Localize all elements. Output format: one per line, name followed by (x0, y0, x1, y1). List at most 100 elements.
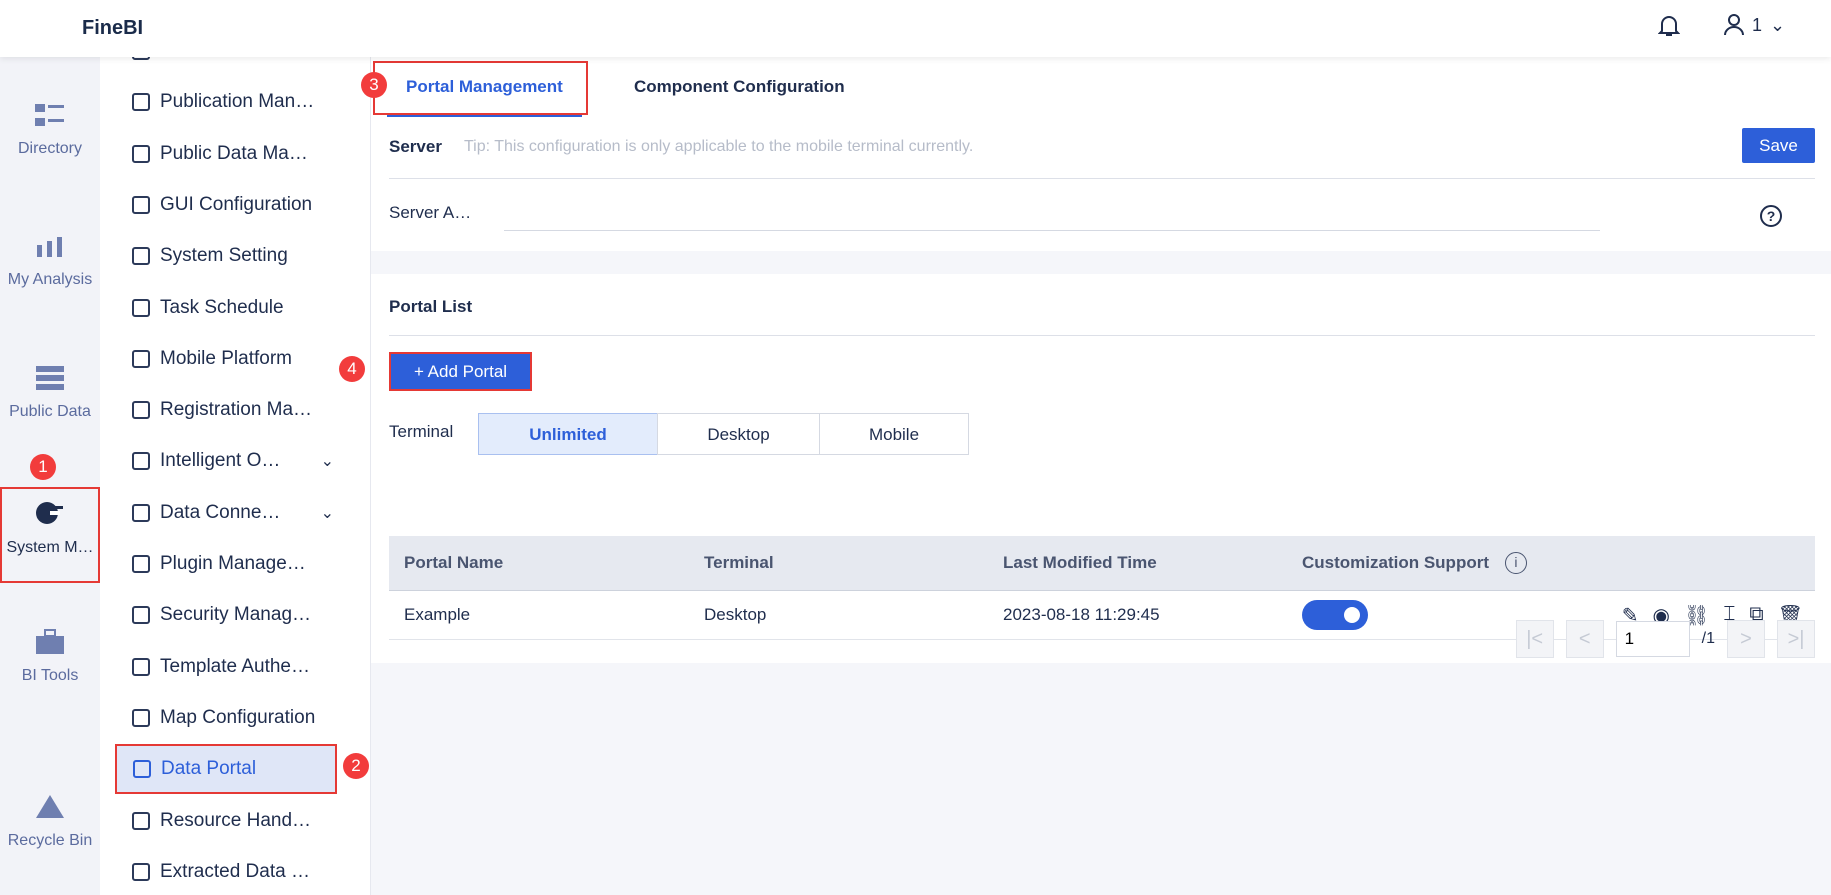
next-page-button[interactable]: > (1727, 620, 1765, 658)
column-header: Last Modified Time (989, 553, 1288, 573)
sidebar-item-chart[interactable]: Data Portal (117, 746, 335, 792)
sidebar-item-label: Security Manag… (160, 604, 311, 626)
chevron-down-icon[interactable]: ⌄ (321, 503, 334, 523)
rail-directory[interactable]: Directory (0, 102, 100, 202)
rail-recycle-bin[interactable]: Recycle Bin (0, 794, 100, 894)
sidebar-item-shield-plus[interactable]: Security Manag… (116, 592, 334, 638)
rail-label: System M… (6, 539, 93, 556)
puzzle-icon (132, 555, 150, 573)
sidebar-item-resource[interactable]: Resource Hand… (116, 798, 334, 844)
briefcase-icon (132, 145, 150, 163)
customization-toggle[interactable] (1302, 600, 1368, 630)
map-icon (132, 709, 150, 727)
terminal-label: Terminal (389, 422, 453, 442)
sidebar-item-registration[interactable]: Registration Ma… (116, 387, 334, 433)
directory-icon (35, 102, 65, 128)
registration-icon (132, 401, 150, 419)
rail-my-analysis[interactable]: My Analysis (0, 233, 100, 333)
sidebar-item-briefcase[interactable]: Public Data Ma… (116, 131, 334, 177)
sidebar-item-label: Publication Man… (160, 91, 314, 113)
analysis-icon (35, 233, 65, 259)
top-header: FineBI 1 ⌄ (0, 0, 1831, 57)
rail-label: Public Data (9, 403, 91, 420)
sidebar-item-paperclip[interactable]: Data Conne… ⌄ (116, 490, 334, 536)
user-name: 1 (1752, 15, 1762, 36)
terminal-option-desktop[interactable]: Desktop (657, 413, 820, 455)
rail-system-management[interactable]: System M… (0, 487, 100, 583)
sidebar-item-label: Intelligent O… (160, 450, 280, 472)
toolbox-icon (35, 629, 65, 655)
system-gear-icon (35, 499, 65, 527)
info-icon[interactable]: i (1505, 552, 1527, 574)
recycle-icon (35, 794, 65, 820)
terminal-option-unlimited[interactable]: Unlimited (478, 413, 658, 455)
sidebar-item-label: System Setting (160, 245, 288, 267)
first-page-button[interactable]: |< (1516, 620, 1554, 658)
tab-portal-management[interactable]: Portal Management (387, 57, 582, 117)
server-title: Server (389, 137, 442, 157)
help-icon[interactable]: ? (1760, 205, 1782, 227)
rail-public-data[interactable]: Public Data (0, 365, 100, 465)
server-address-input[interactable] (504, 191, 1600, 231)
page-total: /1 (1702, 630, 1715, 648)
portal-terminal: Desktop (690, 605, 989, 625)
server-address-label: Server A… (389, 203, 471, 223)
sidebar-item-stopwatch[interactable]: Task Schedule (116, 285, 334, 331)
prev-page-button[interactable]: < (1566, 620, 1604, 658)
column-header: Portal Name (389, 553, 690, 573)
sidebar-item-label: Extracted Data … (160, 861, 310, 883)
mobile-icon (132, 350, 150, 368)
sidebar-item-label: GUI Configuration (160, 194, 312, 216)
sidebar-item-copy[interactable]: Extracted Data … (116, 849, 334, 895)
sidebar-item-layout[interactable]: Publication Man… (116, 79, 334, 125)
sidebar-item-label: Plugin Manage… (160, 553, 306, 575)
sidebar-menu: Permission Mana… Publication Man… Public D… (100, 57, 371, 895)
portal-list-section: Portal List + Add Portal Terminal Unlimi… (371, 274, 1831, 663)
shield-icon (132, 57, 150, 60)
sidebar-item-label: Task Schedule (160, 297, 284, 319)
sidebar-item-template[interactable]: Template Authe… (116, 644, 334, 690)
paperclip-icon (132, 504, 150, 522)
add-portal-button[interactable]: + Add Portal (389, 352, 532, 391)
sidebar-item-intelligent[interactable]: Intelligent O… ⌄ (116, 438, 334, 484)
divider (389, 178, 1815, 179)
resource-icon (132, 812, 150, 830)
page-input[interactable] (1616, 621, 1690, 657)
sidebar-item-label: Data Portal (161, 758, 256, 780)
server-tip: Tip: This configuration is only applicab… (464, 138, 973, 156)
sidebar-item-paint-roller[interactable]: GUI Configuration (116, 182, 334, 228)
portal-modified: 2023-08-18 11:29:45 (989, 605, 1288, 625)
chevron-down-icon[interactable]: ⌄ (321, 451, 334, 471)
column-header: Customization Support (1302, 553, 1489, 573)
sidebar-item-label: Public Data Ma… (160, 143, 308, 165)
sidebar-item-map[interactable]: Map Configuration (116, 695, 334, 741)
sidebar-item-mobile[interactable]: Mobile Platform (116, 336, 334, 382)
terminal-option-mobile[interactable]: Mobile (819, 413, 969, 455)
portal-list-title: Portal List (389, 297, 472, 317)
sidebar-item-label: Registration Ma… (160, 399, 312, 421)
step-badge-4: 4 (339, 356, 365, 382)
rail-label: BI Tools (22, 667, 79, 684)
tab-label: Component Configuration (634, 77, 845, 96)
shield-plus-icon (132, 606, 150, 624)
tab-component-configuration[interactable]: Component Configuration (634, 57, 845, 117)
divider (389, 335, 1815, 336)
last-page-button[interactable]: >| (1777, 620, 1815, 658)
user-menu[interactable]: 1 ⌄ (1724, 14, 1785, 36)
save-button[interactable]: Save (1742, 128, 1815, 163)
sidebar-item-label: Template Authe… (160, 656, 310, 678)
sidebar-item-label: Map Configuration (160, 707, 315, 729)
sidebar-item-gear[interactable]: System Setting (116, 233, 334, 279)
sidebar-item-label: Data Conne… (160, 502, 280, 524)
column-header-customization: Customization Support i (1288, 552, 1588, 574)
rail-label: Recycle Bin (8, 832, 92, 849)
rail-bi-tools[interactable]: BI Tools (0, 629, 100, 729)
chart-icon (133, 760, 151, 778)
bell-icon[interactable] (1658, 14, 1680, 38)
sidebar-item-label: Mobile Platform (160, 348, 292, 370)
sidebar-item-shield[interactable]: Permission Mana… (116, 57, 334, 74)
user-icon (1724, 14, 1744, 36)
copy-icon (132, 863, 150, 881)
sidebar-item-puzzle[interactable]: Plugin Manage… (116, 541, 334, 587)
rail-label: My Analysis (8, 271, 92, 288)
